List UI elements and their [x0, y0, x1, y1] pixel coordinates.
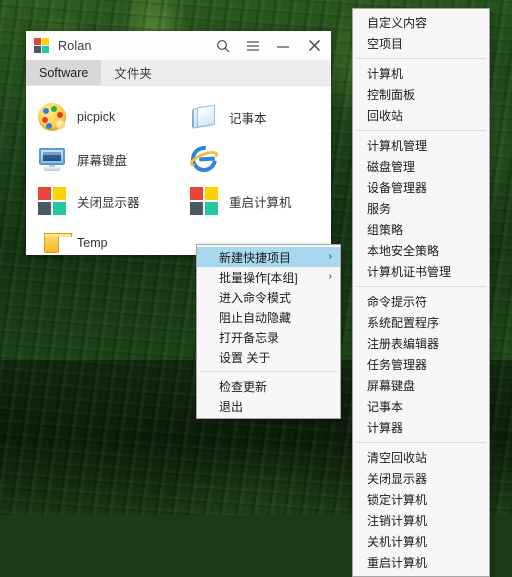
submenu-item-logoff-computer[interactable]: 注销计算机: [353, 510, 489, 531]
app-item-picpick[interactable]: picpick: [26, 96, 178, 138]
submenu-item-recycle-bin[interactable]: 回收站: [353, 105, 489, 126]
submenu-separator: [356, 286, 486, 287]
context-menu-item-settings-about[interactable]: 设置 关于: [197, 347, 340, 367]
onscreen-keyboard-icon: [38, 145, 66, 173]
context-menu-item-new-shortcut[interactable]: 新建快捷项目 ›: [197, 247, 340, 267]
app-grid: picpick 记事本 屏幕键盘 关闭显示器 重启计算机 Temp: [26, 86, 331, 255]
context-menu-item-label: 检查更新: [219, 379, 268, 394]
context-menu-item-label: 阻止自动隐藏: [219, 310, 292, 325]
submenu-item-notepad[interactable]: 记事本: [353, 396, 489, 417]
context-menu-item-label: 设置 关于: [219, 350, 271, 365]
rolan-squares-icon: [38, 187, 66, 215]
tab-software[interactable]: Software: [26, 60, 102, 85]
submenu-item-command-prompt[interactable]: 命令提示符: [353, 291, 489, 312]
submenu-item-restart-computer[interactable]: 重启计算机: [353, 552, 489, 573]
app-item-turn-off-display[interactable]: 关闭显示器: [26, 180, 178, 222]
submenu-item-calculator[interactable]: 计算器: [353, 417, 489, 438]
submenu-item-group-policy[interactable]: 组策略: [353, 219, 489, 240]
submenu-item-turn-off-display[interactable]: 关闭显示器: [353, 468, 489, 489]
submenu-item-computer[interactable]: 计算机: [353, 63, 489, 84]
app-label: 重启计算机: [229, 195, 292, 210]
submenu-item-registry-editor[interactable]: 注册表编辑器: [353, 333, 489, 354]
submenu-item-control-panel[interactable]: 控制面板: [353, 84, 489, 105]
chevron-right-icon: ›: [328, 251, 332, 262]
picpick-icon: [38, 103, 66, 131]
context-menu-item-label: 新建快捷项目: [219, 250, 292, 265]
submenu-item-certificate-manager[interactable]: 计算机证书管理: [353, 261, 489, 282]
window-titlebar[interactable]: Rolan: [26, 31, 331, 60]
submenu-item-lock-computer[interactable]: 锁定计算机: [353, 489, 489, 510]
new-shortcut-submenu[interactable]: 自定义内容 空项目 计算机 控制面板 回收站 计算机管理 磁盘管理 设备管理器 …: [352, 8, 490, 577]
submenu-separator: [356, 130, 486, 131]
tab-folders[interactable]: 文件夹: [101, 60, 165, 85]
app-item-notepad[interactable]: 记事本: [178, 96, 330, 138]
submenu-item-task-manager[interactable]: 任务管理器: [353, 354, 489, 375]
context-menu-item-label: 打开备忘录: [219, 330, 280, 345]
folder-icon: [38, 229, 72, 257]
context-menu-item-exit[interactable]: 退出: [197, 396, 340, 416]
app-label: Temp: [77, 236, 108, 250]
submenu-separator: [356, 58, 486, 59]
app-label: 屏幕键盘: [77, 153, 128, 168]
notepad-icon: [190, 103, 218, 131]
submenu-item-onscreen-keyboard[interactable]: 屏幕键盘: [353, 375, 489, 396]
submenu-item-custom-content[interactable]: 自定义内容: [353, 12, 489, 33]
internet-explorer-icon: [185, 140, 223, 178]
context-menu-item-label: 批量操作[本组]: [219, 270, 298, 285]
rolan-logo-icon: [34, 38, 49, 53]
window-title: Rolan: [58, 38, 92, 53]
app-item-internet-explorer[interactable]: [178, 138, 330, 180]
titlebar-actions: [208, 31, 331, 60]
search-icon[interactable]: [208, 31, 238, 60]
window-tabs[interactable]: Software 文件夹: [26, 60, 331, 86]
app-item-onscreen-keyboard[interactable]: 屏幕键盘: [26, 138, 178, 180]
context-menu-item-prevent-autohide[interactable]: 阻止自动隐藏: [197, 307, 340, 327]
chevron-right-icon: ›: [328, 271, 332, 282]
submenu-item-empty-recycle-bin[interactable]: 清空回收站: [353, 447, 489, 468]
context-menu-item-command-mode[interactable]: 进入命令模式: [197, 287, 340, 307]
rolan-squares-icon: [190, 187, 218, 215]
context-menu-item-label: 进入命令模式: [219, 290, 292, 305]
close-icon[interactable]: [298, 31, 331, 60]
submenu-item-local-security-policy[interactable]: 本地安全策略: [353, 240, 489, 261]
app-item-restart-computer[interactable]: 重启计算机: [178, 180, 330, 222]
app-label: picpick: [77, 110, 116, 124]
submenu-item-empty-item[interactable]: 空项目: [353, 33, 489, 54]
submenu-item-computer-management[interactable]: 计算机管理: [353, 135, 489, 156]
context-menu-item-check-update[interactable]: 检查更新: [197, 376, 340, 396]
menu-icon[interactable]: [238, 31, 268, 60]
context-menu-item-batch-operations[interactable]: 批量操作[本组] ›: [197, 267, 340, 287]
app-label: 关闭显示器: [77, 195, 140, 210]
context-menu-separator: [200, 371, 337, 372]
rolan-window[interactable]: Rolan Software 文件夹 picpick 记事本 屏幕键盘 关闭显示…: [26, 31, 331, 255]
submenu-item-shutdown-computer[interactable]: 关机计算机: [353, 531, 489, 552]
submenu-item-disk-management[interactable]: 磁盘管理: [353, 156, 489, 177]
submenu-item-device-manager[interactable]: 设备管理器: [353, 177, 489, 198]
minimize-icon[interactable]: [268, 31, 298, 60]
submenu-item-services[interactable]: 服务: [353, 198, 489, 219]
submenu-separator: [356, 442, 486, 443]
app-label: 记事本: [229, 111, 267, 126]
context-menu-item-label: 退出: [219, 399, 244, 414]
submenu-item-system-configuration[interactable]: 系统配置程序: [353, 312, 489, 333]
context-menu-item-open-memo[interactable]: 打开备忘录: [197, 327, 340, 347]
context-menu[interactable]: 新建快捷项目 › 批量操作[本组] › 进入命令模式 阻止自动隐藏 打开备忘录 …: [196, 244, 341, 419]
app-item-temp-folder[interactable]: Temp: [26, 222, 178, 264]
